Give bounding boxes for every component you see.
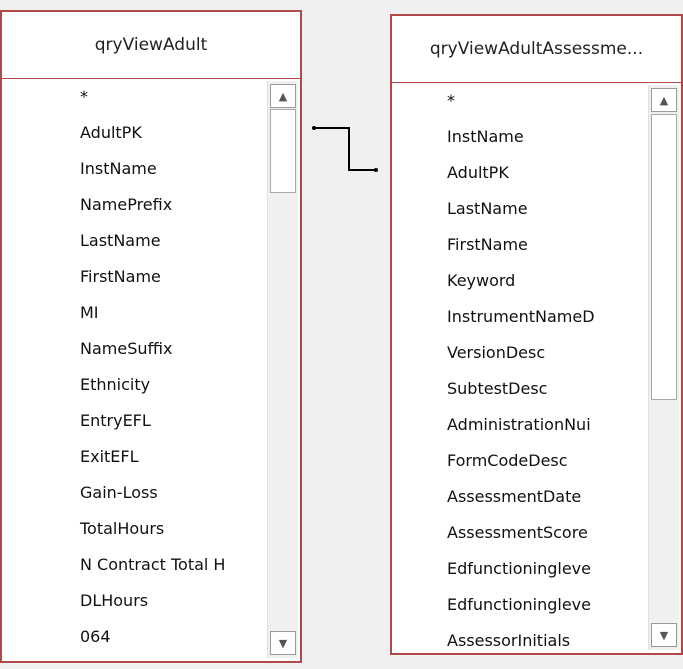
field-item[interactable]: FirstName	[2, 259, 266, 295]
join-end-dot	[374, 168, 378, 172]
field-item[interactable]: EntryEFL	[2, 403, 266, 439]
field-item[interactable]: 064	[2, 619, 266, 655]
field-item[interactable]: SubtestDesc	[392, 371, 647, 407]
join-start-dot	[312, 126, 316, 130]
field-item[interactable]: NameSuffix	[2, 331, 266, 367]
field-item[interactable]: DLHours	[2, 583, 266, 619]
scroll-down-icon[interactable]: ▼	[270, 631, 296, 655]
field-item[interactable]: FormCodeDesc	[392, 443, 647, 479]
field-item[interactable]: VersionDesc	[392, 335, 647, 371]
vertical-scrollbar[interactable]: ▲ ▼	[648, 85, 679, 650]
field-item[interactable]: AssessmentScore	[392, 515, 647, 551]
field-item[interactable]: AdministrationNui	[392, 407, 647, 443]
field-item[interactable]: LastName	[392, 191, 647, 227]
field-item[interactable]: InstrumentNameD	[392, 299, 647, 335]
field-item[interactable]: AdultPK	[2, 115, 266, 151]
scroll-up-icon[interactable]: ▲	[270, 84, 296, 108]
scroll-thumb[interactable]	[651, 114, 677, 400]
field-item[interactable]: MI	[2, 295, 266, 331]
field-item[interactable]: AssessorInitials	[392, 623, 647, 653]
field-item[interactable]: AssessmentDate	[392, 479, 647, 515]
join-connector[interactable]	[313, 127, 375, 171]
field-item[interactable]: Edfunctioningleve	[392, 551, 647, 587]
table-title[interactable]: qryViewAdult	[2, 12, 300, 79]
scroll-thumb[interactable]	[270, 109, 296, 193]
field-list: * InstName AdultPK LastName FirstName Ke…	[392, 83, 647, 653]
field-item[interactable]: *	[2, 79, 266, 115]
field-item[interactable]: TotalHours	[2, 511, 266, 547]
field-item[interactable]: AdultPK	[392, 155, 647, 191]
field-item[interactable]: Gain-Loss	[2, 475, 266, 511]
table-qryviewadult[interactable]: qryViewAdult * AdultPK InstName NamePref…	[0, 10, 302, 663]
field-item[interactable]: N Contract Total H	[2, 547, 266, 583]
field-item[interactable]: Keyword	[392, 263, 647, 299]
vertical-scrollbar[interactable]: ▲ ▼	[267, 81, 298, 658]
field-item[interactable]: LastName	[2, 223, 266, 259]
field-item[interactable]: *	[392, 83, 647, 119]
field-item[interactable]: ExitEFL	[2, 439, 266, 475]
table-title[interactable]: qryViewAdultAssessme...	[392, 16, 681, 83]
scroll-up-icon[interactable]: ▲	[651, 88, 677, 112]
field-item[interactable]: FirstName	[392, 227, 647, 263]
query-design-canvas: qryViewAdult * AdultPK InstName NamePref…	[0, 0, 683, 669]
field-item[interactable]: InstName	[392, 119, 647, 155]
field-item[interactable]: InstName	[2, 151, 266, 187]
field-item[interactable]: NamePrefix	[2, 187, 266, 223]
field-item[interactable]: Edfunctioningleve	[392, 587, 647, 623]
field-item[interactable]: Ethnicity	[2, 367, 266, 403]
scroll-down-icon[interactable]: ▼	[651, 623, 677, 647]
field-list: * AdultPK InstName NamePrefix LastName F…	[2, 79, 266, 661]
table-qryviewadultassessment[interactable]: qryViewAdultAssessme... * InstName Adult…	[390, 14, 683, 655]
